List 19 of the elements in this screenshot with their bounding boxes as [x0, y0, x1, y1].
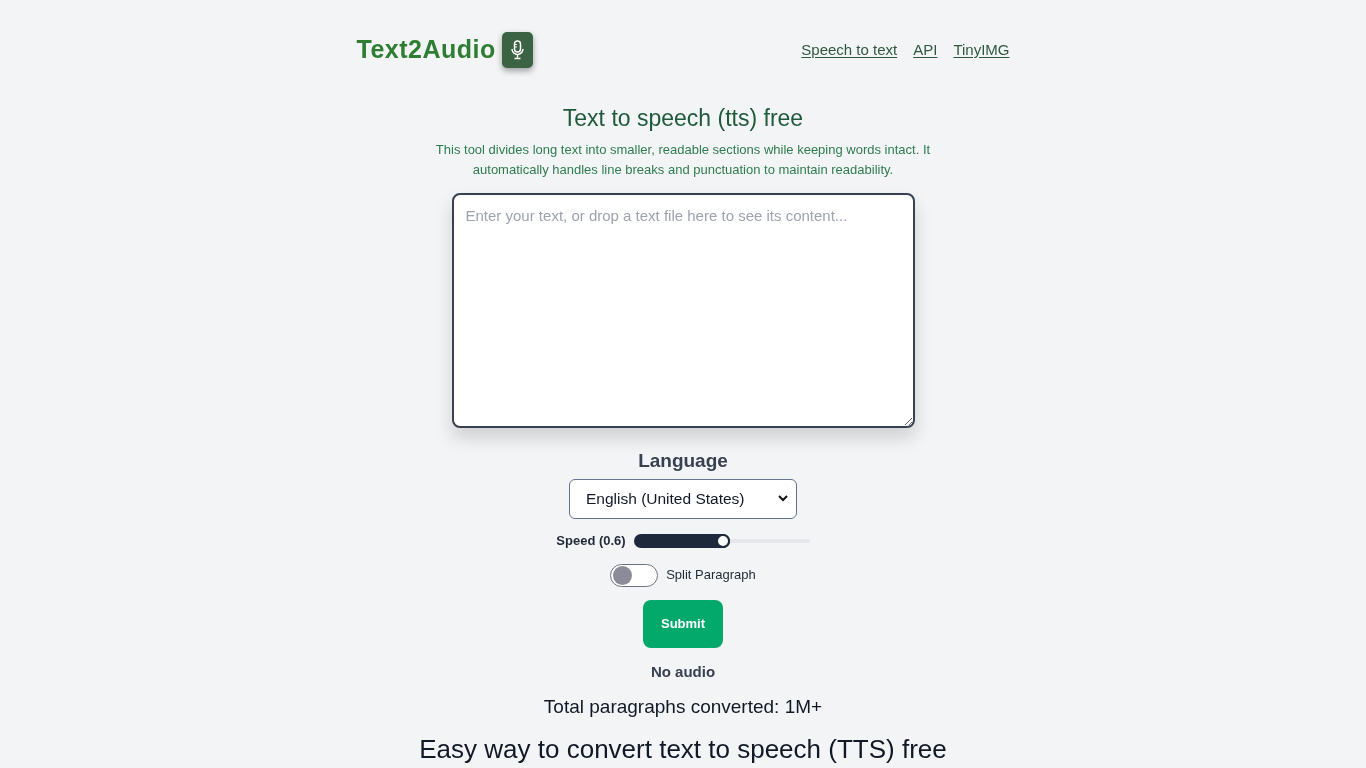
conversion-count: Total paragraphs converted: 1M+	[543, 694, 823, 719]
nav-link[interactable]: API	[913, 38, 938, 61]
split-paragraph-toggle[interactable]	[610, 563, 659, 587]
audio-status: No audio	[650, 661, 716, 682]
text-input-field[interactable]: Enter your text, or drop a text file here to see its content...	[451, 192, 915, 428]
nav-link[interactable]: TinyIMG	[953, 38, 1010, 61]
language-select[interactable]: English (United States)	[569, 478, 797, 519]
chevron-down-icon	[778, 495, 788, 502]
tool-description: This tool divides long text into smaller, readable sections while keeping words intact. It automatically handles line breaks and punctuation to maintain readability.	[434, 140, 932, 179]
speed-slider[interactable]	[633, 533, 810, 548]
language-label: Language	[638, 448, 728, 473]
page-title: Text to speech (tts) free	[562, 103, 804, 132]
split-paragraph-label: Split Paragraph	[666, 566, 756, 585]
slider-thumb[interactable]	[716, 533, 731, 548]
microphone-icon	[501, 31, 533, 68]
section-heading: Easy way to convert text to speech (TTS) free	[419, 733, 947, 764]
nav-link[interactable]: Speech to text	[801, 38, 898, 61]
speed-label: Speed (0.6)	[556, 531, 626, 550]
site-logo[interactable]: Text2Audio	[356, 31, 496, 69]
